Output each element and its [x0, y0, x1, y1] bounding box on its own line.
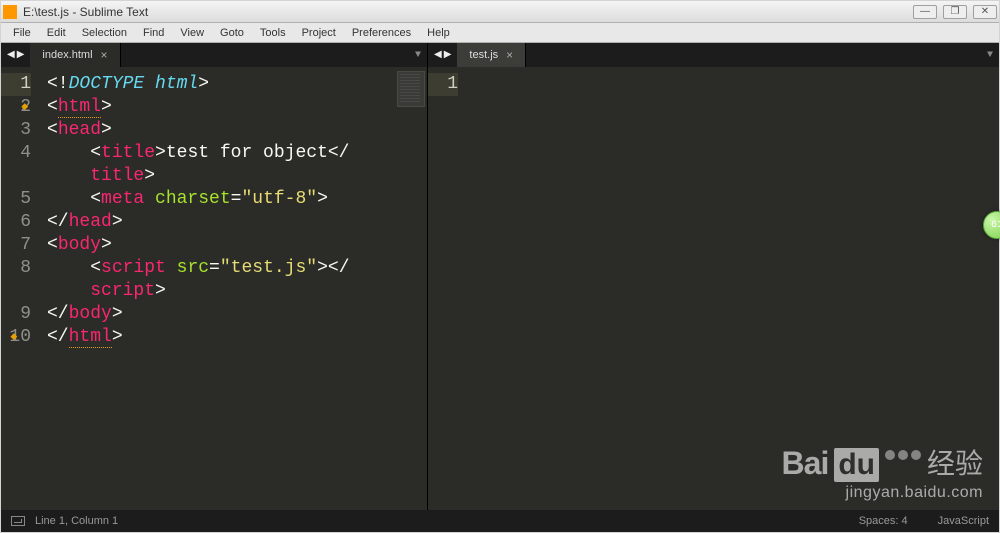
tab-label: test.js: [469, 49, 498, 61]
minimize-button[interactable]: —: [913, 5, 937, 19]
app-icon: [3, 5, 17, 19]
menubar: File Edit Selection Find View Goto Tools…: [1, 23, 999, 43]
cursor-position: Line 1, Column 1: [35, 515, 118, 527]
menu-project[interactable]: Project: [294, 27, 344, 39]
menu-edit[interactable]: Edit: [39, 27, 74, 39]
indent-setting[interactable]: Spaces: 4: [859, 515, 908, 527]
menu-selection[interactable]: Selection: [74, 27, 135, 39]
statusbar: Line 1, Column 1 Spaces: 4 JavaScript: [1, 510, 999, 532]
arrow-right-icon: ▶: [444, 49, 452, 61]
menu-file[interactable]: File: [5, 27, 39, 39]
nav-arrows-left[interactable]: ◀ ▶: [1, 43, 30, 67]
syntax-setting[interactable]: JavaScript: [938, 515, 989, 527]
menu-tools[interactable]: Tools: [252, 27, 294, 39]
menu-find[interactable]: Find: [135, 27, 172, 39]
window-title: E:\test.js - Sublime Text: [23, 5, 148, 19]
watermark: Bai du 经验 jingyan.baidu.com: [782, 442, 983, 502]
minimap-left[interactable]: [397, 71, 425, 107]
editor-pane-left[interactable]: 1 ◆2 3 4 5 6 7 8 9 ◆10 <!DOCTYPE html> <…: [1, 67, 428, 511]
menu-goto[interactable]: Goto: [212, 27, 252, 39]
line-gutter: 1 ◆2 3 4 5 6 7 8 9 ◆10: [1, 67, 39, 511]
paw-icon: [885, 450, 921, 460]
tab-dropdown-right[interactable]: ▼: [981, 43, 999, 67]
menu-view[interactable]: View: [172, 27, 212, 39]
arrow-left-icon: ◀: [434, 49, 442, 61]
close-window-button[interactable]: ✕: [973, 5, 997, 19]
code-area-left[interactable]: <!DOCTYPE html> <html> <head> <title>tes…: [39, 67, 427, 511]
menu-preferences[interactable]: Preferences: [344, 27, 419, 39]
menu-help[interactable]: Help: [419, 27, 458, 39]
tab-index-html[interactable]: index.html ×: [30, 43, 120, 67]
tab-label: index.html: [42, 49, 92, 61]
line-gutter: 1: [428, 67, 466, 511]
close-tab-icon[interactable]: ×: [101, 48, 108, 62]
tab-test-js[interactable]: test.js ×: [457, 43, 526, 67]
tab-dropdown-left[interactable]: ▼: [409, 43, 427, 67]
nav-arrows-right[interactable]: ◀ ▶: [428, 43, 457, 67]
window-titlebar: E:\test.js - Sublime Text — ❐ ✕: [1, 1, 999, 23]
arrow-right-icon: ▶: [17, 49, 25, 61]
close-tab-icon[interactable]: ×: [506, 48, 513, 62]
arrow-left-icon: ◀: [7, 49, 15, 61]
maximize-button[interactable]: ❐: [943, 5, 967, 19]
panel-switch-icon[interactable]: [11, 516, 25, 526]
